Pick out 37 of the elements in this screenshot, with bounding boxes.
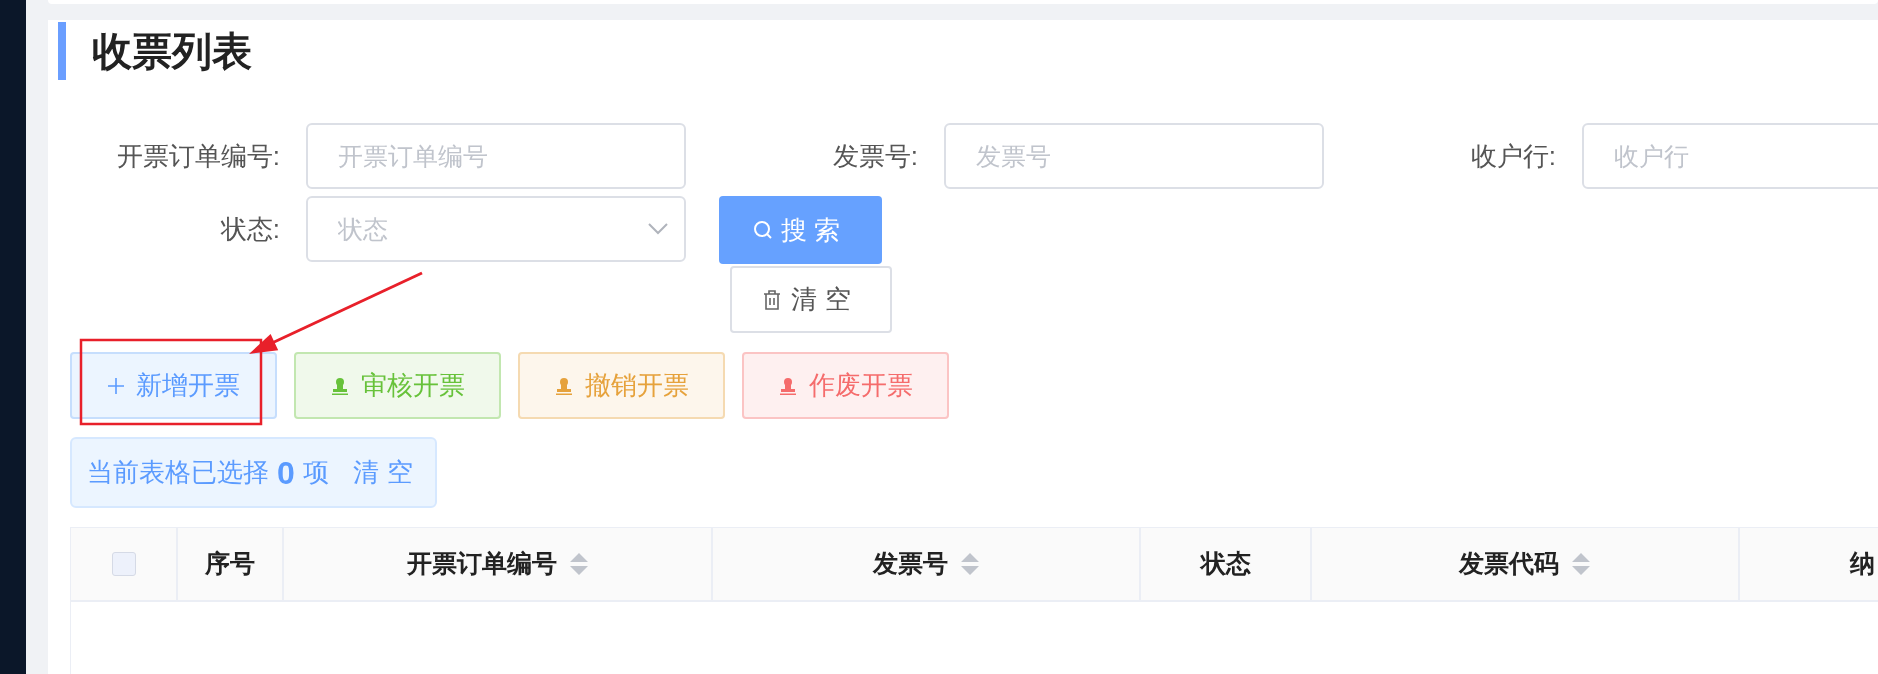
input-field[interactable]: 开票订单编号	[306, 123, 686, 189]
column-header: 纳	[1850, 548, 1875, 580]
field-label: 收户行:	[1469, 139, 1556, 173]
search-button[interactable]: 搜索	[719, 196, 882, 264]
sort-icon[interactable]	[959, 552, 980, 576]
column-header[interactable]: 发票号	[872, 545, 948, 583]
sort-icon[interactable]	[568, 552, 589, 576]
column-header[interactable]: 开票订单编号	[406, 545, 557, 583]
trash-icon	[763, 289, 782, 310]
search-icon	[752, 220, 773, 240]
input-field[interactable]: 收户行	[1582, 123, 1878, 189]
title-accent	[58, 22, 66, 80]
selection-text: 当前表格已选择	[87, 456, 269, 489]
sort-icon[interactable]	[1571, 552, 1591, 576]
action-button[interactable]: 作废开票	[742, 352, 949, 419]
select-all-checkbox[interactable]	[111, 552, 136, 576]
action-button[interactable]: 新增开票	[70, 352, 277, 419]
page-title: 收票列表	[92, 28, 252, 75]
field-label: 开票订单编号:	[115, 139, 280, 173]
selection-count: 0	[277, 453, 295, 493]
chevron-down-icon	[648, 223, 668, 235]
stamp-icon	[554, 376, 573, 395]
column-header: 序号	[205, 548, 255, 580]
column-header: 状态	[1200, 548, 1251, 580]
action-button[interactable]: 审核开票	[294, 352, 501, 419]
stamp-icon	[778, 376, 797, 395]
column-header[interactable]: 发票代码	[1459, 545, 1559, 583]
field-label: 状态:	[219, 212, 280, 246]
clear-selection-link[interactable]: 清空	[352, 453, 421, 492]
selection-unit: 项	[302, 456, 329, 489]
status-select[interactable]: 状态	[306, 196, 686, 262]
action-button[interactable]: 撤销开票	[518, 352, 725, 419]
plus-icon	[107, 377, 124, 394]
field-label: 发票号:	[831, 139, 918, 173]
clear-button[interactable]: 清空	[730, 266, 892, 333]
stamp-icon	[330, 376, 349, 395]
input-field[interactable]: 发票号	[944, 123, 1324, 189]
